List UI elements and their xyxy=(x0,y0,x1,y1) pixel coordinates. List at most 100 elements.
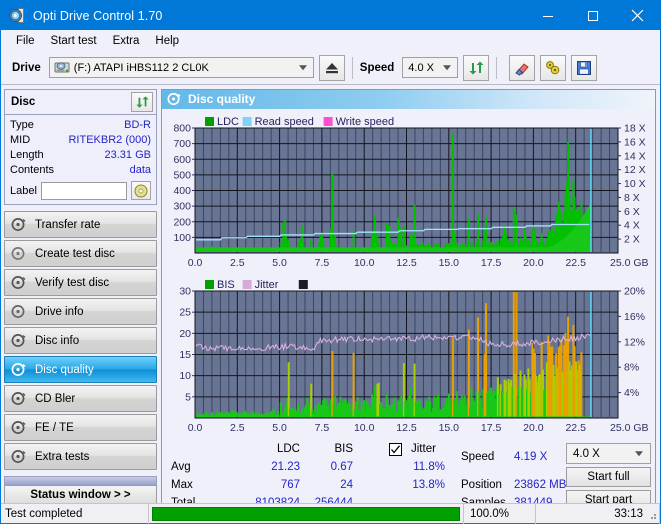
svg-text:16%: 16% xyxy=(624,311,645,323)
disc-row-length: Length 23.31 GB xyxy=(10,148,151,163)
jitter-checkbox[interactable] xyxy=(389,443,402,457)
sidebar: Disc Type BD-R MID RITEKBR2 (000) Length… xyxy=(1,85,160,513)
stats-row-label-max: Max xyxy=(171,479,193,492)
start-full-button[interactable]: Start full xyxy=(566,467,651,488)
chevron-down-icon xyxy=(298,64,307,70)
disc-panel-header: Disc xyxy=(5,90,156,115)
svg-text:7.5: 7.5 xyxy=(315,257,330,269)
disc-refresh-button[interactable] xyxy=(131,92,153,112)
disc-row-key: MID xyxy=(10,134,31,146)
stats-speed-select-value: 4.0 X xyxy=(573,447,600,460)
application-window: Opti Drive Control 1.70 File Start test … xyxy=(0,0,661,524)
disc-info-panel: Disc Type BD-R MID RITEKBR2 (000) Length… xyxy=(4,89,157,205)
disc-row-value: data xyxy=(129,164,151,176)
sidebar-item-transfer-rate[interactable]: Transfer rate xyxy=(4,211,157,238)
sidebar-item-label: Extra tests xyxy=(35,450,90,463)
menu-file[interactable]: File xyxy=(8,33,43,49)
svg-text:22.5: 22.5 xyxy=(565,257,586,269)
stats-speed-select[interactable]: 4.0 X xyxy=(566,443,651,465)
menu-extra[interactable]: Extra xyxy=(105,33,148,49)
svg-text:800: 800 xyxy=(173,122,191,134)
disc-row-mid: MID RITEKBR2 (000) xyxy=(10,133,151,148)
svg-text:16 X: 16 X xyxy=(624,136,646,148)
sidebar-item-extra-tests[interactable]: Extra tests xyxy=(4,443,157,470)
svg-text:25: 25 xyxy=(179,306,191,318)
bis-jitter-chart: 5 10 15 20 25 30 4% 8% 12% 16% 20% 0.0 2.5 5.0 7.5 10.0… xyxy=(179,279,649,434)
toolbar-speed-select[interactable]: 4.0 X xyxy=(402,57,459,78)
toolbar-speed-value: 4.0 X xyxy=(408,61,434,74)
disc-label-button[interactable] xyxy=(131,181,151,200)
disc-icon xyxy=(11,420,28,435)
status-window-area: Status window > > xyxy=(4,476,157,505)
eject-button[interactable] xyxy=(318,54,345,81)
drive-select[interactable]: (F:) ATAPI iHBS112 2 CL0K xyxy=(48,57,314,78)
svg-text:15.0: 15.0 xyxy=(439,422,460,434)
refresh-button[interactable] xyxy=(463,54,490,81)
title-bar: Opti Drive Control 1.70 xyxy=(1,1,660,30)
status-bar: Test completed 100.0% 33:13 xyxy=(1,503,660,524)
disc-icon xyxy=(11,362,28,377)
erase-button[interactable] xyxy=(509,54,536,81)
sidebar-item-create-test-disc[interactable]: Create test disc xyxy=(4,240,157,267)
svg-text:700: 700 xyxy=(173,138,191,150)
close-button[interactable] xyxy=(615,1,660,30)
svg-text:10.0: 10.0 xyxy=(354,422,375,434)
sidebar-item-cd-bler[interactable]: CD Bler xyxy=(4,385,157,412)
sidebar-item-label: Create test disc xyxy=(35,247,115,260)
svg-text:17.5: 17.5 xyxy=(481,422,502,434)
tools-button[interactable] xyxy=(540,54,567,81)
chevron-down-icon xyxy=(635,450,643,456)
speed-label: Speed xyxy=(359,61,395,74)
disc-icon xyxy=(11,449,28,464)
stats-bis-max: 24 xyxy=(340,479,353,492)
disc-label-input[interactable] xyxy=(40,181,127,200)
menu-start-test[interactable]: Start test xyxy=(43,33,105,49)
charts-area: 100 200 300 400 500 600 700 800 2 X 4 X6 X 8 X 10 X… xyxy=(162,109,655,439)
sidebar-item-drive-info[interactable]: Drive info xyxy=(4,298,157,325)
save-button[interactable] xyxy=(571,54,598,81)
svg-text:22.5: 22.5 xyxy=(565,422,586,434)
progress-bar xyxy=(149,503,464,524)
svg-text:0.0: 0.0 xyxy=(188,422,203,434)
progress-fill xyxy=(152,506,460,521)
sidebar-item-label: CD Bler xyxy=(35,392,76,405)
svg-text:25.0 GB: 25.0 GB xyxy=(610,257,649,269)
disc-icon xyxy=(11,333,28,348)
resize-grip-icon[interactable] xyxy=(646,509,658,521)
svg-text:25.0 GB: 25.0 GB xyxy=(610,422,649,434)
svg-text:BIS: BIS xyxy=(217,279,235,291)
stats-header-ldc: LDC xyxy=(276,443,300,456)
sidebar-item-label: FE / TE xyxy=(35,421,74,434)
stats-header-jitter: Jitter xyxy=(411,443,436,456)
svg-text:17.5: 17.5 xyxy=(481,257,502,269)
menu-help[interactable]: Help xyxy=(147,33,187,49)
svg-text:12%: 12% xyxy=(624,336,645,348)
minimize-button[interactable] xyxy=(525,1,570,30)
svg-text:12.5: 12.5 xyxy=(396,257,417,269)
maximize-button[interactable] xyxy=(570,1,615,30)
ldc-chart: 100 200 300 400 500 600 700 800 2 X 4 X6 X 8 X 10 X… xyxy=(173,116,649,269)
sidebar-item-disc-quality[interactable]: Disc quality xyxy=(4,356,157,383)
sidebar-item-label: Disc quality xyxy=(35,363,94,376)
svg-text:30: 30 xyxy=(179,285,191,297)
svg-text:4%: 4% xyxy=(624,387,639,399)
svg-text:8 X: 8 X xyxy=(624,192,640,204)
svg-text:15: 15 xyxy=(179,349,191,361)
svg-text:10: 10 xyxy=(179,370,191,382)
sidebar-item-fe-te[interactable]: FE / TE xyxy=(4,414,157,441)
stats-bis-avg: 0.67 xyxy=(330,461,353,474)
refresh-icon xyxy=(135,96,149,108)
svg-text:0.0: 0.0 xyxy=(188,257,203,269)
disc-row-value: 23.31 GB xyxy=(104,149,151,161)
drive-icon xyxy=(54,62,70,73)
window-title: Opti Drive Control 1.70 xyxy=(33,8,163,23)
refresh-icon xyxy=(469,61,484,74)
sidebar-item-verify-test-disc[interactable]: Verify test disc xyxy=(4,269,157,296)
disc-row-key: Contents xyxy=(10,164,55,176)
svg-text:Write speed: Write speed xyxy=(336,116,395,128)
sidebar-item-disc-info[interactable]: Disc info xyxy=(4,327,157,354)
status-window-button[interactable]: Status window > > xyxy=(4,485,157,505)
panel-title: Disc quality xyxy=(188,92,256,107)
svg-text:5.0: 5.0 xyxy=(272,257,287,269)
disc-row-key: Type xyxy=(10,119,34,131)
